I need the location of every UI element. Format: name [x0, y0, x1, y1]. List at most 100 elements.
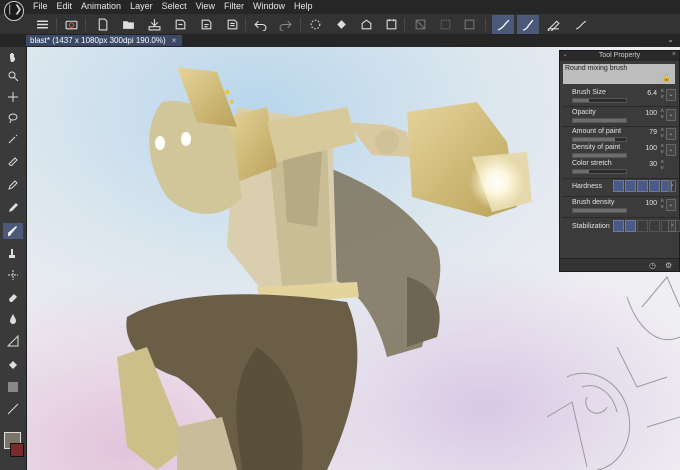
export-icon[interactable] [172, 16, 188, 32]
amount-of-paint-value[interactable]: 79 [649, 129, 657, 136]
eyedropper-icon[interactable] [3, 152, 23, 168]
level-segment[interactable] [649, 220, 660, 232]
density-of-paint-value[interactable]: 100 [645, 145, 657, 152]
menu-filter[interactable]: Filter [224, 1, 250, 11]
chevron-right-icon[interactable]: › [668, 220, 676, 232]
color-stretch-value[interactable]: 30 [649, 161, 657, 168]
brush-size-value[interactable]: 6.4 [647, 90, 657, 97]
fill-icon[interactable] [3, 357, 23, 373]
document-tab[interactable]: blast* (1437 x 1080px 300dpi 190.0%) × [26, 35, 183, 46]
brush-name-field[interactable]: Round mixing brush 🔓 [563, 64, 675, 84]
pencil-icon[interactable] [3, 200, 23, 216]
hardness-label: Hardness [572, 183, 602, 190]
menu-help[interactable]: Help [294, 1, 319, 11]
menu-select[interactable]: Select [162, 1, 193, 11]
menu-view[interactable]: View [196, 1, 221, 11]
panel-header[interactable]: ▪ Tool Property × [560, 51, 679, 61]
level-segment[interactable] [637, 180, 648, 192]
pen-icon[interactable] [3, 177, 23, 193]
level-segment[interactable] [637, 220, 648, 232]
save-icon[interactable] [146, 16, 162, 32]
app-logo-icon[interactable]: ❘❯ [4, 1, 24, 21]
spinner-icon[interactable]: ˄ ˅ [660, 144, 664, 156]
zoom-icon[interactable] [3, 68, 23, 84]
hardness-row[interactable]: Hardness › [572, 180, 676, 194]
sub-color-swatch[interactable] [10, 443, 24, 457]
brush-density-slider[interactable] [572, 208, 627, 213]
decoration-icon[interactable] [3, 267, 23, 283]
stroke-smooth-icon[interactable] [573, 16, 589, 32]
camera-icon[interactable] [63, 16, 79, 32]
menu-icon[interactable] [34, 16, 50, 32]
hand-icon[interactable] [3, 49, 23, 65]
stabilization-row[interactable]: Stabilization › [572, 220, 680, 234]
tablet-mode-icon[interactable] [461, 16, 477, 32]
clear-selection-icon[interactable] [383, 16, 399, 32]
level-segment[interactable] [613, 180, 624, 192]
spinner-icon[interactable]: ˄ ˅ [660, 89, 664, 101]
dropdown-icon[interactable]: ⌄ [666, 109, 676, 121]
lasso-icon[interactable] [3, 110, 23, 126]
brush-pressure-icon[interactable] [517, 15, 539, 34]
brush-size-slider[interactable] [572, 98, 627, 103]
opacity-row[interactable]: Opacity 100 ˄ ˅ ⌄ [572, 109, 676, 127]
open-folder-icon[interactable] [120, 16, 136, 32]
brush-size-row[interactable]: Brush Size 6.4 ˄ ˅ ⌄ [572, 89, 676, 107]
redo-icon[interactable] [277, 16, 293, 32]
dropdown-icon[interactable]: ⌄ [666, 199, 676, 211]
level-segment[interactable] [649, 180, 660, 192]
menu-animation[interactable]: Animation [81, 1, 127, 11]
spinner-icon[interactable]: ˄ ˅ [660, 160, 664, 172]
line-icon[interactable] [3, 401, 23, 417]
opacity-value[interactable]: 100 [645, 110, 657, 117]
level-segment[interactable] [613, 220, 624, 232]
level-segment[interactable] [625, 220, 636, 232]
spinner-icon[interactable]: ˄ ˅ [660, 199, 664, 211]
color-stretch-row[interactable]: Color stretch 30 ˄ ˅ [572, 160, 676, 178]
spinner-icon[interactable]: ˄ ˅ [660, 109, 664, 121]
close-icon[interactable]: × [672, 51, 676, 58]
hardness-selector[interactable] [613, 180, 672, 192]
crop-icon[interactable] [358, 16, 374, 32]
transform-icon[interactable] [3, 333, 23, 349]
dropdown-icon[interactable]: ⌄ [666, 89, 676, 101]
brush-icon[interactable] [3, 223, 23, 239]
dropdown-icon[interactable]: ⌄ [666, 128, 676, 140]
dropdown-icon[interactable]: ⌄ [666, 144, 676, 156]
export-jpg-icon[interactable] [224, 16, 240, 32]
menu-window[interactable]: Window [253, 1, 291, 11]
move-icon[interactable] [3, 89, 23, 105]
settings-icon[interactable]: ◷ [649, 261, 656, 270]
opacity-slider[interactable] [572, 118, 627, 123]
menu-edit[interactable]: Edit [57, 1, 79, 11]
tab-overflow-icon[interactable]: ⌄ [667, 35, 674, 44]
undo-icon[interactable] [252, 16, 268, 32]
hide-selection-icon[interactable] [437, 16, 453, 32]
spinner-icon[interactable]: ˄ ˅ [660, 128, 664, 140]
wrench-icon[interactable]: ⚙ [665, 261, 672, 270]
export-png-icon[interactable] [198, 16, 214, 32]
fill-bucket-icon[interactable] [333, 16, 349, 32]
chevron-right-icon[interactable]: › [668, 180, 676, 192]
ruler-snap-icon[interactable] [545, 16, 561, 32]
magic-wand-icon[interactable] [3, 131, 23, 147]
lock-icon[interactable]: 🔓 [662, 74, 671, 82]
gradient-icon[interactable] [3, 379, 23, 395]
brush-density-value[interactable]: 100 [645, 200, 657, 207]
amount-of-paint-slider[interactable] [572, 137, 627, 142]
color-stretch-slider[interactable] [572, 169, 627, 174]
new-file-icon[interactable] [94, 16, 110, 32]
menu-layer[interactable]: Layer [130, 1, 159, 11]
menu-bar: ❘❯ File Edit Animation Layer Select View… [0, 0, 680, 21]
select-all-icon[interactable] [412, 16, 428, 32]
menu-file[interactable]: File [33, 1, 54, 11]
loading-icon[interactable] [307, 16, 323, 32]
eraser-icon[interactable] [3, 289, 23, 305]
brush-density-row[interactable]: Brush density 100 ˄ ˅ ⌄ [572, 199, 676, 217]
tab-close-icon[interactable]: × [172, 36, 177, 45]
density-of-paint-slider[interactable] [572, 153, 627, 158]
level-segment[interactable] [625, 180, 636, 192]
airbrush-icon[interactable] [3, 245, 23, 261]
pen-pressure-icon[interactable] [492, 15, 514, 34]
blend-icon[interactable] [3, 311, 23, 327]
